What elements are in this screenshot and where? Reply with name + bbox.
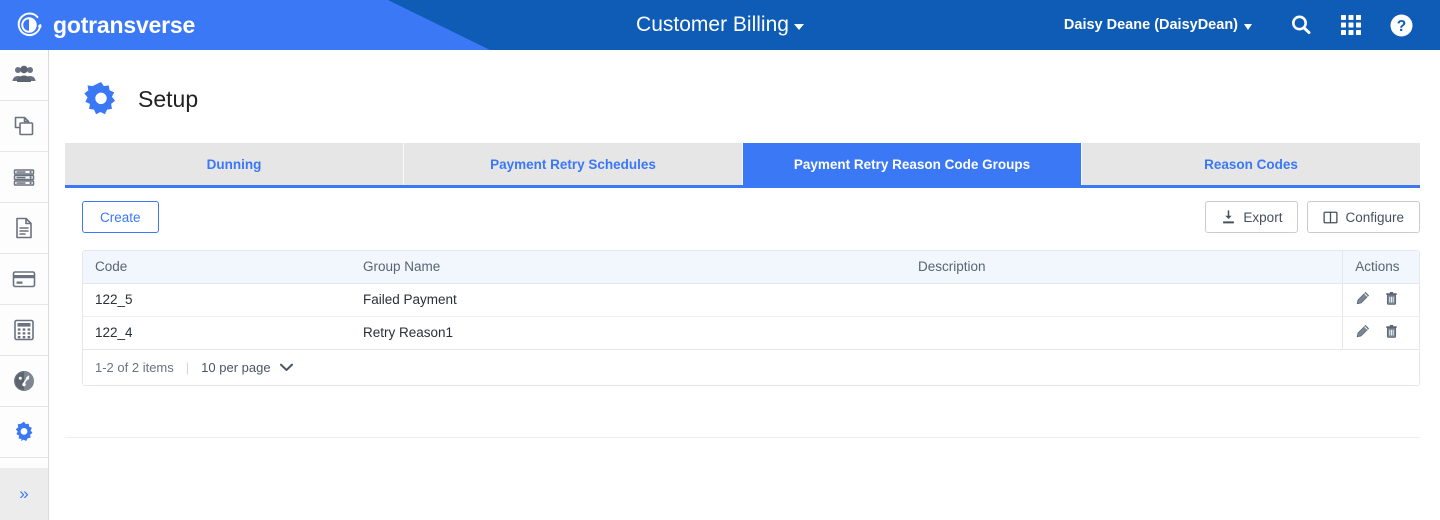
sidebar-item-catalog[interactable] xyxy=(0,152,48,203)
cell-actions xyxy=(1342,283,1419,317)
sidebar-item-setup[interactable] xyxy=(0,407,48,458)
column-header-description[interactable]: Description xyxy=(908,251,1343,284)
export-button-label: Export xyxy=(1243,209,1283,225)
table-row[interactable]: 122_4 Retry Reason1 xyxy=(83,316,1419,350)
brand-logo-area[interactable]: gotransverse xyxy=(14,0,195,50)
column-header-actions: Actions xyxy=(1342,251,1419,284)
tab-payment-retry-schedules[interactable]: Payment Retry Schedules xyxy=(404,143,743,185)
reason-code-groups-table: Code Group Name Description Actions 122_… xyxy=(83,251,1419,350)
application-window: gotransverse Customer Billing Daisy Dean… xyxy=(0,0,1440,520)
chevron-down-icon xyxy=(1244,23,1252,30)
cell-code: 122_4 xyxy=(83,316,353,350)
page-size-label: 10 per page xyxy=(201,359,271,375)
table-body: 122_5 Failed Payment 122_4 Retry Reason1 xyxy=(83,283,1419,350)
server-stack-icon xyxy=(13,169,35,186)
gear-icon xyxy=(15,421,33,441)
tab-label: Payment Retry Schedules xyxy=(490,156,656,172)
apps-button[interactable] xyxy=(1326,0,1376,50)
copy-documents-icon xyxy=(14,116,34,136)
tab-payment-retry-reason-code-groups[interactable]: Payment Retry Reason Code Groups xyxy=(743,143,1082,185)
header-right-controls: Daisy Deane (DaisyDean) ? xyxy=(1064,0,1426,50)
people-group-icon xyxy=(12,65,36,82)
apps-grid-icon xyxy=(1341,15,1361,35)
sidebar-item-reports[interactable] xyxy=(0,356,48,407)
download-icon xyxy=(1223,209,1235,223)
user-menu[interactable]: Daisy Deane (DaisyDean) xyxy=(1064,17,1252,33)
tab-label: Reason Codes xyxy=(1204,156,1298,172)
page-title: Setup xyxy=(138,85,199,112)
pencil-edit-icon[interactable] xyxy=(1355,324,1370,342)
user-menu-label: Daisy Deane (DaisyDean) xyxy=(1063,17,1238,33)
section-divider xyxy=(65,437,1420,438)
help-button[interactable]: ? xyxy=(1376,0,1426,50)
top-header-bar: gotransverse Customer Billing Daisy Dean… xyxy=(0,0,1440,50)
sidebar-item-accounting[interactable] xyxy=(0,305,48,356)
sidebar-item-invoices[interactable] xyxy=(0,203,48,254)
configure-button[interactable]: Configure xyxy=(1307,201,1420,233)
sidebar-expand-label: » xyxy=(19,484,29,503)
sidebar-item-payments[interactable] xyxy=(0,254,48,305)
app-title-text: Customer Billing xyxy=(636,13,789,36)
create-button-label: Create xyxy=(100,209,141,225)
toolbar-right-group: Export Configure xyxy=(1205,201,1420,233)
gotransverse-logo-icon xyxy=(17,12,42,37)
column-header-code[interactable]: Code xyxy=(83,251,353,284)
trash-delete-icon[interactable] xyxy=(1384,324,1399,342)
tab-reason-codes[interactable]: Reason Codes xyxy=(1082,143,1420,185)
tab-label: Payment Retry Reason Code Groups xyxy=(793,156,1031,172)
gear-icon xyxy=(84,82,116,115)
data-table-container: Code Group Name Description Actions 122_… xyxy=(82,250,1420,386)
pagination-summary: 1-2 of 2 items xyxy=(95,359,174,375)
tab-label: Dunning xyxy=(206,156,262,172)
cell-code: 122_5 xyxy=(83,283,353,317)
create-button[interactable]: Create xyxy=(82,201,159,233)
configure-button-label: Configure xyxy=(1345,209,1404,225)
columns-icon xyxy=(1323,211,1338,223)
sidebar-item-products[interactable] xyxy=(0,101,48,152)
cell-description xyxy=(908,316,1343,350)
search-icon xyxy=(1292,15,1311,35)
table-header-row: Code Group Name Description Actions xyxy=(83,251,1419,284)
table-toolbar: Create Export Configure xyxy=(82,201,1420,233)
column-header-group-name[interactable]: Group Name xyxy=(353,251,908,284)
main-content: Setup Dunning Payment Retry Schedules Pa… xyxy=(49,50,1440,520)
tab-bar: Dunning Payment Retry Schedules Payment … xyxy=(65,143,1420,188)
page-size-selector[interactable]: 10 per page xyxy=(201,359,293,375)
pagination-separator: | xyxy=(185,359,190,375)
document-icon xyxy=(16,217,32,239)
pagination-bar: 1-2 of 2 items | 10 per page xyxy=(83,349,1419,385)
table-header: Code Group Name Description Actions xyxy=(83,251,1419,284)
calculator-icon xyxy=(14,319,34,341)
help-circle-icon: ? xyxy=(1390,14,1412,36)
export-button[interactable]: Export xyxy=(1205,201,1299,233)
chevron-down-icon xyxy=(279,363,293,371)
trash-delete-icon[interactable] xyxy=(1384,291,1399,309)
page-header: Setup xyxy=(49,50,1440,118)
cell-actions xyxy=(1342,316,1419,350)
chevron-down-icon xyxy=(793,24,804,30)
brand-name: gotransverse xyxy=(53,11,196,38)
cell-group-name: Failed Payment xyxy=(353,283,908,317)
table-row[interactable]: 122_5 Failed Payment xyxy=(83,283,1419,317)
cell-description xyxy=(908,283,1343,317)
credit-card-icon xyxy=(12,271,36,288)
cell-group-name: Retry Reason1 xyxy=(353,316,908,350)
dashboard-gauge-icon xyxy=(14,371,34,391)
pencil-edit-icon[interactable] xyxy=(1355,291,1370,309)
left-nav-rail: » xyxy=(0,50,49,520)
search-button[interactable] xyxy=(1276,0,1326,50)
sidebar-expand-button[interactable]: » xyxy=(0,468,48,520)
sidebar-item-customers[interactable] xyxy=(0,50,48,101)
tab-dunning[interactable]: Dunning xyxy=(65,143,404,185)
svg-text:?: ? xyxy=(1396,18,1405,35)
